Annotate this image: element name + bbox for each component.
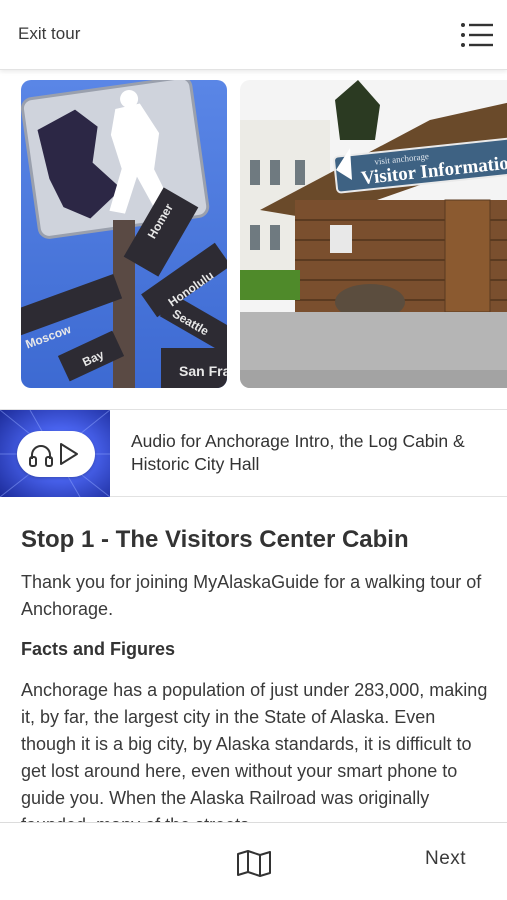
visitor-cabin-photo[interactable]: visit anchorage Visitor Information — [240, 80, 507, 388]
audio-title[interactable]: Audio for Anchorage Intro, the Log Cabin… — [131, 430, 481, 476]
facts-body-text: Anchorage has a population of just under… — [21, 680, 488, 822]
stop-title: Stop 1 - The Visitors Center Cabin — [21, 526, 409, 553]
sign-san-francisco: San Franc — [179, 363, 227, 379]
facts-heading: Facts and Figures — [21, 639, 176, 659]
intro-text: Thank you for joining MyAlaskaGuide for … — [21, 572, 482, 619]
exit-tour-button[interactable]: Exit tour — [18, 24, 80, 44]
hamburger-menu-icon[interactable] — [460, 22, 494, 48]
bottom-bar: Next — [0, 822, 507, 900]
audio-player-row[interactable]: Audio for Anchorage Intro, the Log Cabin… — [0, 409, 507, 497]
next-button[interactable]: Next — [425, 848, 466, 870]
photo-gallery[interactable]: Moscow Homer Honolulu Seattle Bay San Fr… — [0, 70, 507, 400]
map-icon[interactable] — [236, 849, 272, 877]
top-bar: Exit tour — [0, 0, 507, 70]
stop-content: Stop 1 - The Visitors Center Cabin Thank… — [21, 525, 491, 822]
signpost-photo[interactable]: Moscow Homer Honolulu Seattle Bay San Fr… — [21, 80, 227, 388]
headphones-play-icon[interactable] — [17, 431, 95, 477]
audio-thumbnail[interactable] — [0, 410, 110, 497]
